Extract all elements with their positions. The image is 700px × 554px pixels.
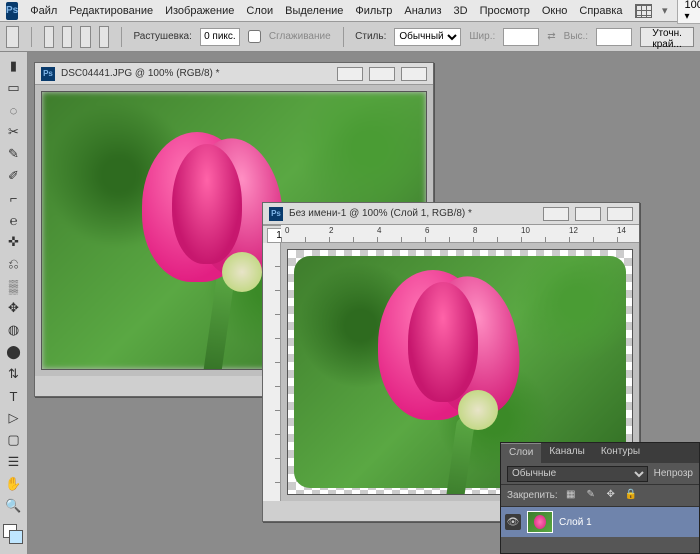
maximize-button[interactable] <box>575 207 601 221</box>
height-input <box>596 28 632 46</box>
height-label: Выс.: <box>564 31 588 42</box>
blend-mode-select[interactable]: Обычные <box>507 466 648 482</box>
style-select[interactable]: Обычный <box>394 28 461 46</box>
tab-paths[interactable]: Контуры <box>593 443 648 463</box>
brush-tool-icon[interactable]: ✐ <box>3 166 25 186</box>
tab-layers[interactable]: Слои <box>501 443 541 463</box>
layer-row[interactable]: 👁 Слой 1 <box>501 507 699 537</box>
layers-panel: Слои Каналы Контуры Обычные Непрозр Закр… <box>500 442 700 554</box>
lock-move-icon[interactable]: ✥ <box>604 489 618 503</box>
antialias-label: Сглаживание <box>269 31 331 42</box>
selection-intersect-icon[interactable] <box>99 26 109 48</box>
style-label: Стиль: <box>355 31 386 42</box>
menu-analyze[interactable]: Анализ <box>404 5 441 17</box>
shape-tool-icon[interactable]: ▷ <box>3 408 25 428</box>
maximize-button[interactable] <box>369 67 395 81</box>
feather-label: Растушевка: <box>133 31 191 42</box>
healing-tool-icon[interactable]: ✜ <box>3 232 25 252</box>
history-brush-icon[interactable]: ⎌ <box>3 254 25 274</box>
menu-help[interactable]: Справка <box>579 5 622 17</box>
selection-sub-icon[interactable] <box>80 26 90 48</box>
menu-file[interactable]: Файл <box>30 5 57 17</box>
layer-name[interactable]: Слой 1 <box>559 517 592 528</box>
swap-icon: ⇄ <box>547 31 555 42</box>
path-tool-icon[interactable]: ⇅ <box>3 364 25 384</box>
menu-filter[interactable]: Фильтр <box>355 5 392 17</box>
menu-bar: Ps Файл Редактирование Изображение Слои … <box>0 0 700 22</box>
options-bar: Растушевка: Сглаживание Стиль: Обычный Ш… <box>0 22 700 52</box>
refine-edge-button[interactable]: Уточн. край... <box>640 27 694 47</box>
rect-tool-icon[interactable]: ▢ <box>3 430 25 450</box>
zoom-tool-icon[interactable]: 🔍 <box>3 496 25 516</box>
marquee-tool-icon[interactable] <box>6 26 19 48</box>
stamp-tool-icon[interactable]: ⌐ <box>3 188 25 208</box>
chevron-down-icon[interactable]: ▾ <box>662 4 668 17</box>
antialias-checkbox[interactable] <box>248 30 261 43</box>
lock-paint-icon[interactable]: ✎ <box>584 489 598 503</box>
title-bar[interactable]: Ps DSC04441.JPG @ 100% (RGB/8) * <box>35 63 433 85</box>
ruler-horizontal: 0 2 4 6 8 10 12 14 <box>281 225 639 243</box>
doc-title: DSC04441.JPG @ 100% (RGB/8) * <box>61 68 331 79</box>
ruler-vertical <box>263 243 281 501</box>
eyedropper-tool-icon[interactable]: ✎ <box>3 144 25 164</box>
minimize-button[interactable] <box>543 207 569 221</box>
minimize-button[interactable] <box>337 67 363 81</box>
menu-window[interactable]: Окно <box>542 5 568 17</box>
app-logo: Ps <box>6 2 18 20</box>
zoom-level[interactable]: 100% ▾ <box>677 0 700 24</box>
menu-select[interactable]: Выделение <box>285 5 343 17</box>
close-button[interactable] <box>607 207 633 221</box>
hand-tool-icon[interactable]: ✋ <box>3 474 25 494</box>
lasso-tool-icon[interactable]: ◌ <box>3 100 25 120</box>
doc-icon: Ps <box>269 207 283 221</box>
notes-tool-icon[interactable]: ☰ <box>3 452 25 472</box>
panel-tabs: Слои Каналы Контуры <box>501 443 699 463</box>
pen-tool-icon[interactable]: ⬤ <box>3 342 25 362</box>
workspace: ▮ ▭ ◌ ✂ ✎ ✐ ⌐ ℮ ✜ ⎌ ▒ ✥ ◍ ⬤ ⇅ T ▷ ▢ ☰ ✋ … <box>0 52 700 554</box>
tab-channels[interactable]: Каналы <box>541 443 593 463</box>
arrange-icon[interactable] <box>635 4 652 18</box>
dodge-tool-icon[interactable]: ◍ <box>3 320 25 340</box>
move-tool-icon[interactable]: ▮ <box>3 56 25 76</box>
lock-all-icon[interactable]: 🔒 <box>624 489 638 503</box>
marquee-tool-icon[interactable]: ▭ <box>3 78 25 98</box>
blend-row: Обычные Непрозр <box>501 463 699 485</box>
menu-layers[interactable]: Слои <box>246 5 273 17</box>
lock-label: Закрепить: <box>507 490 558 501</box>
menu-edit[interactable]: Редактирование <box>69 5 153 17</box>
width-label: Шир.: <box>469 31 495 42</box>
tools-panel: ▮ ▭ ◌ ✂ ✎ ✐ ⌐ ℮ ✜ ⎌ ▒ ✥ ◍ ⬤ ⇅ T ▷ ▢ ☰ ✋ … <box>0 52 28 554</box>
selection-new-icon[interactable] <box>44 26 54 48</box>
color-swatch[interactable] <box>3 524 25 546</box>
eraser-tool-icon[interactable]: ℮ <box>3 210 25 230</box>
close-button[interactable] <box>401 67 427 81</box>
layer-thumbnail[interactable] <box>527 511 553 533</box>
menu-view[interactable]: Просмотр <box>480 5 530 17</box>
blur-tool-icon[interactable]: ✥ <box>3 298 25 318</box>
opacity-label: Непрозр <box>654 468 693 479</box>
lock-row: Закрепить: ▦ ✎ ✥ 🔒 <box>501 485 699 507</box>
crop-tool-icon[interactable]: ✂ <box>3 122 25 142</box>
visibility-icon[interactable]: 👁 <box>505 514 521 530</box>
title-bar[interactable]: Ps Без имени-1 @ 100% (Слой 1, RGB/8) * <box>263 203 639 225</box>
lock-pixels-icon[interactable]: ▦ <box>564 489 578 503</box>
menu-3d[interactable]: 3D <box>454 5 468 17</box>
gradient-tool-icon[interactable]: ▒ <box>3 276 25 296</box>
selection-add-icon[interactable] <box>62 26 72 48</box>
text-tool-icon[interactable]: T <box>3 386 25 406</box>
feather-input[interactable] <box>200 28 240 46</box>
doc-icon: Ps <box>41 67 55 81</box>
menu-image[interactable]: Изображение <box>165 5 234 17</box>
doc-title: Без имени-1 @ 100% (Слой 1, RGB/8) * <box>289 208 537 219</box>
width-input <box>503 28 539 46</box>
